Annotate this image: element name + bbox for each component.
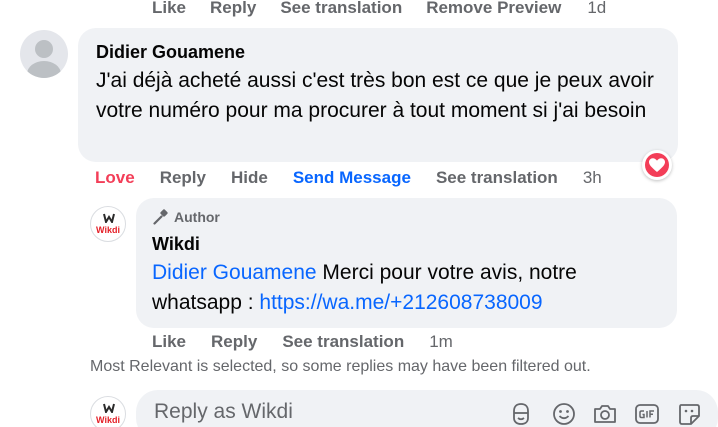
heart-icon bbox=[649, 158, 665, 172]
see-translation-link[interactable]: See translation bbox=[436, 168, 558, 188]
composer-avatar: Wikdi bbox=[90, 396, 126, 427]
author-badge: Author bbox=[152, 209, 220, 225]
avatar-sticker-icon bbox=[513, 403, 529, 425]
filter-notice: Most Relevant is selected, so some repli… bbox=[90, 358, 591, 375]
logo-text: Wikdi bbox=[96, 415, 120, 425]
avatar[interactable] bbox=[20, 30, 68, 78]
reply-button[interactable]: Reply bbox=[211, 332, 257, 352]
remove-preview-link[interactable]: Remove Preview bbox=[426, 0, 561, 18]
page-avatar[interactable]: Wikdi bbox=[90, 206, 126, 242]
avatar-sticker-button[interactable] bbox=[508, 401, 534, 427]
microphone-icon bbox=[153, 209, 168, 225]
gif-button[interactable] bbox=[634, 401, 660, 427]
like-button[interactable]: Like bbox=[152, 0, 186, 18]
previous-comment-actions: Like Reply See translation Remove Previe… bbox=[152, 0, 630, 18]
camera-icon bbox=[594, 405, 616, 423]
photo-button[interactable] bbox=[592, 401, 618, 427]
mention-link[interactable]: Didier Gouamene bbox=[152, 261, 317, 284]
comment-timestamp[interactable]: 1d bbox=[587, 0, 606, 18]
reply-input[interactable] bbox=[154, 400, 474, 424]
see-translation-link[interactable]: See translation bbox=[280, 0, 402, 18]
hide-button[interactable]: Hide bbox=[231, 168, 268, 188]
wikdi-logo-icon bbox=[103, 403, 115, 413]
send-message-button[interactable]: Send Message bbox=[293, 168, 411, 188]
reply-text: Didier Gouamene Merci pour votre avis, n… bbox=[152, 258, 672, 318]
comment-author[interactable]: Didier Gouamene bbox=[96, 42, 245, 63]
reply-author[interactable]: Wikdi bbox=[152, 234, 200, 255]
sticker-button[interactable] bbox=[676, 401, 702, 427]
like-button[interactable]: Like bbox=[152, 332, 186, 352]
reply-actions: Like Reply See translation 1m bbox=[152, 332, 478, 352]
wikdi-logo-icon bbox=[103, 213, 115, 223]
logo-text: Wikdi bbox=[96, 225, 120, 235]
emoji-icon bbox=[553, 403, 575, 425]
gif-icon bbox=[635, 404, 659, 424]
default-avatar-icon bbox=[27, 40, 61, 78]
see-translation-link[interactable]: See translation bbox=[282, 332, 404, 352]
reply-timestamp[interactable]: 1m bbox=[429, 332, 453, 352]
reaction-badge[interactable] bbox=[642, 150, 672, 180]
love-button[interactable]: Love bbox=[95, 168, 135, 188]
reply-button[interactable]: Reply bbox=[160, 168, 206, 188]
whatsapp-link[interactable]: https://wa.me/+212608738009 bbox=[259, 291, 542, 314]
comment-timestamp[interactable]: 3h bbox=[583, 168, 602, 188]
reply-button[interactable]: Reply bbox=[210, 0, 256, 18]
author-badge-label: Author bbox=[174, 209, 220, 225]
comment-text: J'ai déjà acheté aussi c'est très bon es… bbox=[96, 69, 654, 122]
emoji-button[interactable] bbox=[551, 401, 577, 427]
sticker-icon bbox=[679, 404, 700, 425]
comment-actions: Love Reply Hide Send Message See transla… bbox=[95, 168, 627, 188]
